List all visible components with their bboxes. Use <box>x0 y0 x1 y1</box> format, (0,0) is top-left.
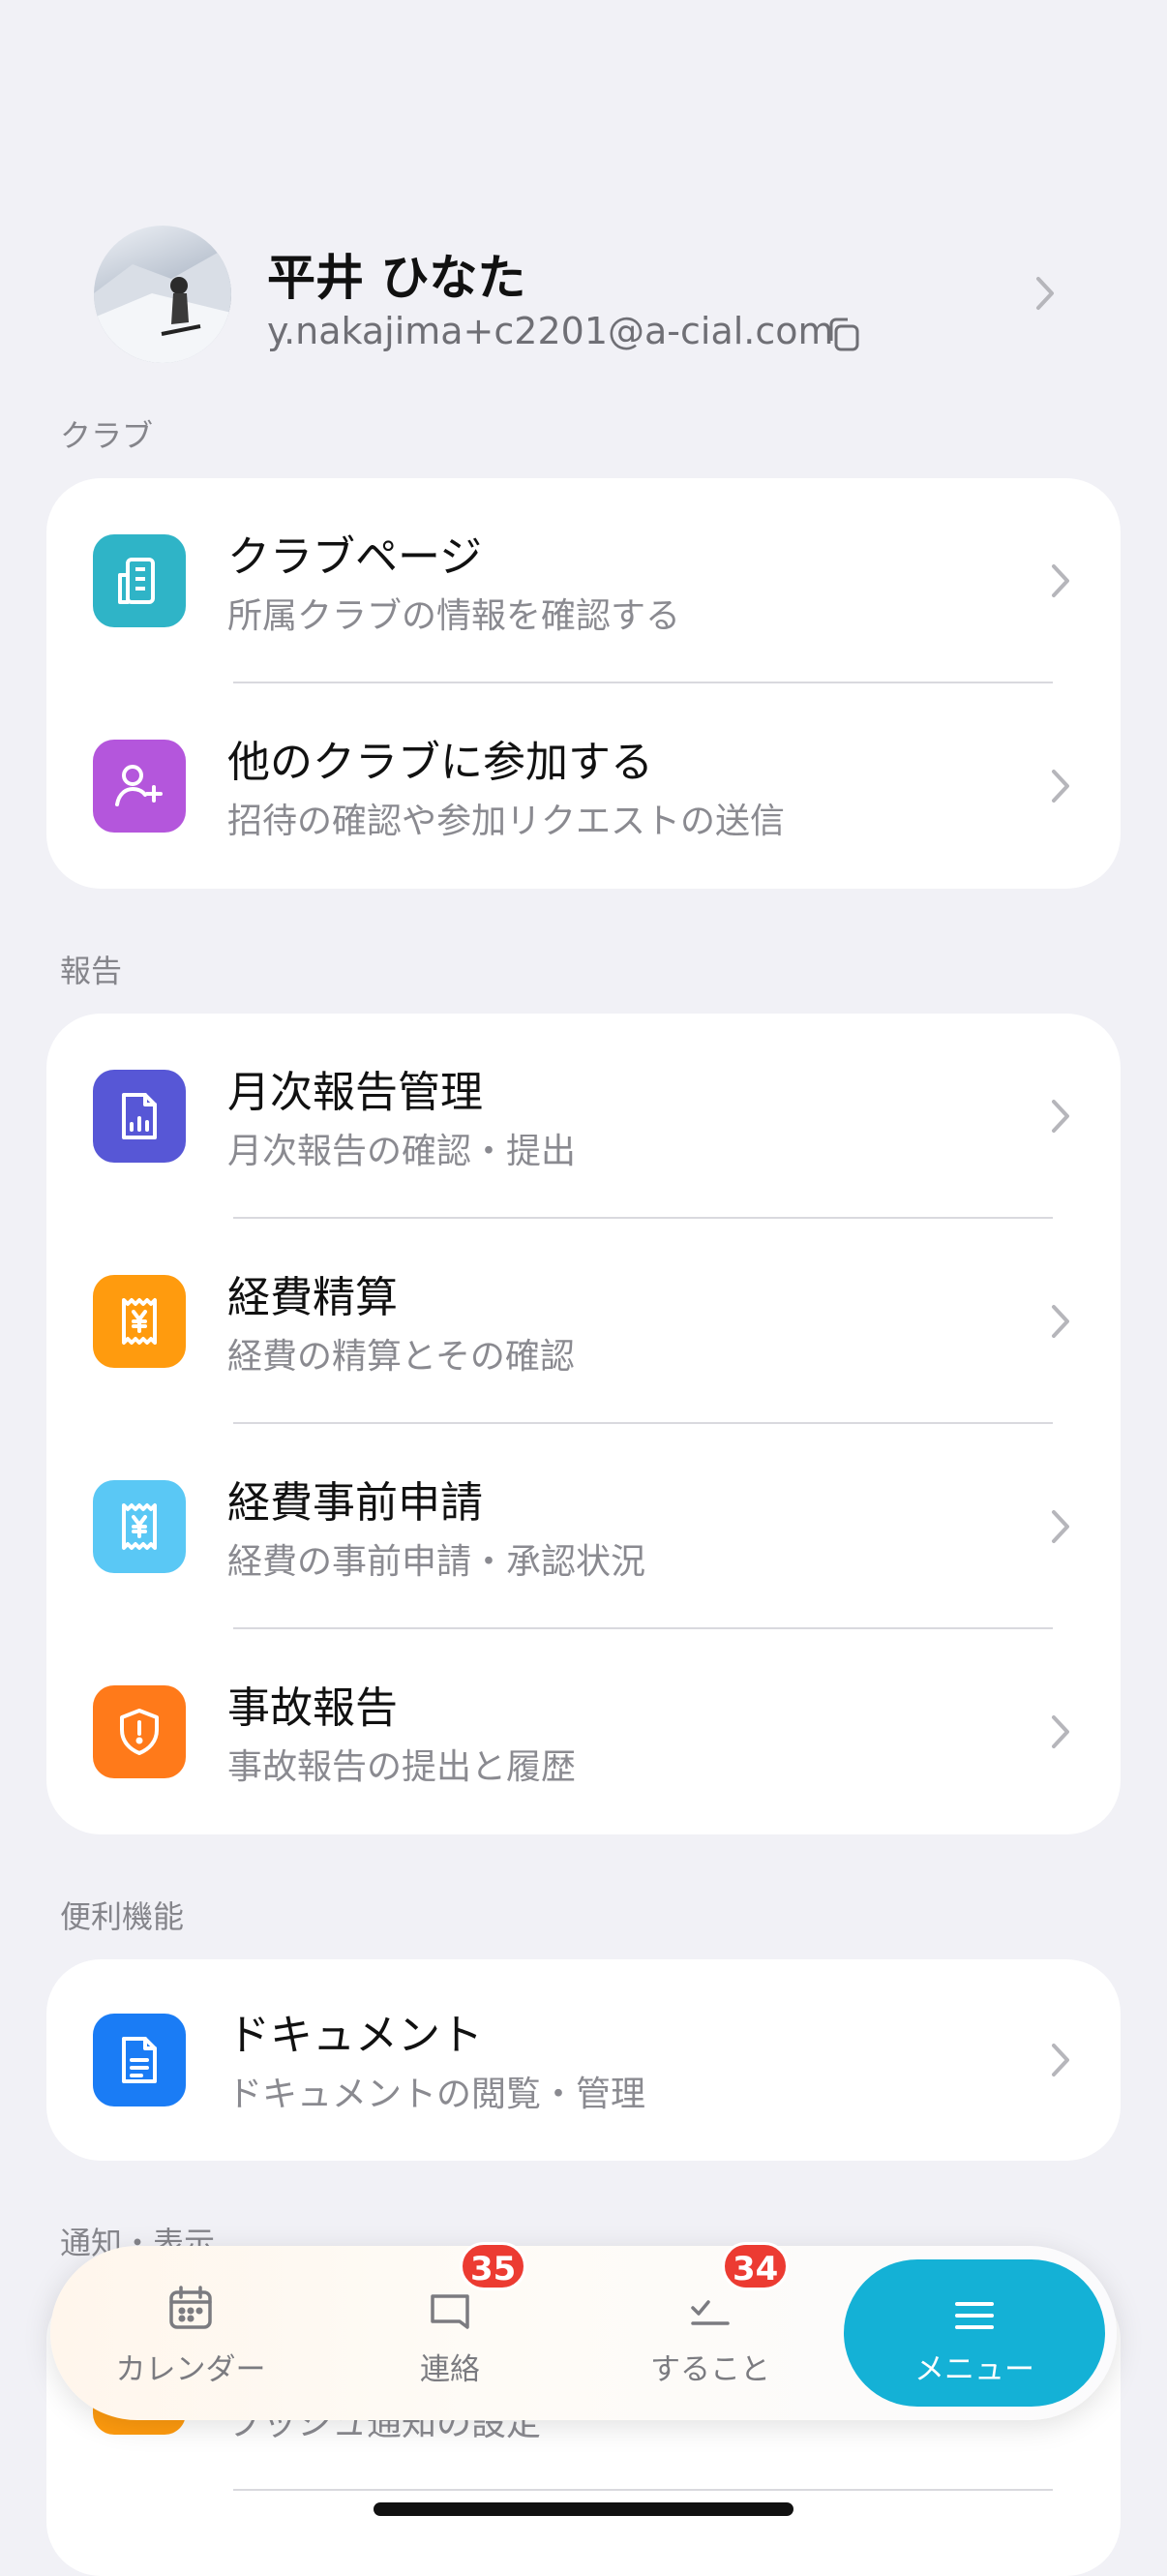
tab-calendar[interactable]: カレンダー <box>60 2246 321 2420</box>
yen-receipt-icon <box>93 1275 186 1368</box>
menu-item-accident-report[interactable]: 事故報告 事故報告の提出と履歴 <box>46 1629 1121 1834</box>
tab-bar: カレンダー 35 連絡 34 すること メニュー <box>50 2242 1117 2420</box>
menu-item-expense-settlement[interactable]: 経費精算 経費の精算とその確認 <box>46 1219 1121 1424</box>
home-indicator <box>374 2502 793 2516</box>
tab-menu[interactable]: メニュー <box>844 2259 1105 2407</box>
chevron-right-icon <box>1052 770 1069 803</box>
section-label-report: 報告 <box>60 953 123 989</box>
chevron-right-icon <box>1052 1100 1069 1133</box>
tab-todo-label: すること <box>650 2352 770 2387</box>
menu-item-monthly-report[interactable]: 月次報告管理 月次報告の確認・提出 <box>46 1014 1121 1219</box>
menu-item-club-page[interactable]: クラブページ 所属クラブの情報を確認する <box>46 478 1121 683</box>
building-icon <box>93 534 186 627</box>
shield-alert-icon <box>93 1685 186 1778</box>
checklist-icon <box>691 2300 730 2325</box>
section-label-convenience: 便利機能 <box>60 1898 185 1935</box>
chevron-right-icon <box>1052 1715 1069 1748</box>
convenience-card: ドキュメント ドキュメントの閲覧・管理 <box>46 1959 1121 2161</box>
menu-icon <box>955 2302 994 2329</box>
profile-email: y.nakajima+c2201@a-cial.com <box>267 310 834 352</box>
divider <box>233 2489 1053 2491</box>
profile-name: 平井 ひなた <box>267 250 526 306</box>
menu-item-documents[interactable]: ドキュメント ドキュメントの閲覧・管理 <box>46 1959 1121 2161</box>
tab-calendar-label: カレンダー <box>115 2352 266 2387</box>
profile-header[interactable]: 平井 ひなた y.nakajima+c2201@a-cial.com <box>0 218 1167 373</box>
tab-todo[interactable]: 34 すること <box>580 2242 841 2420</box>
menu-item-expense-preapplication[interactable]: 経費事前申請 経費の事前申請・承認状況 <box>46 1424 1121 1629</box>
chevron-right-icon <box>1052 564 1069 597</box>
user-plus-icon <box>93 740 186 833</box>
club-card: クラブページ 所属クラブの情報を確認する 他のクラブに参加する 招待の確認や参加… <box>46 478 1121 889</box>
unread-badge: 35 <box>460 2242 527 2290</box>
avatar <box>94 226 231 363</box>
yen-receipt-icon <box>93 1480 186 1573</box>
chevron-right-icon <box>1036 277 1054 310</box>
todo-badge: 34 <box>722 2242 790 2290</box>
tab-contact-label: 連絡 <box>420 2352 480 2387</box>
tab-menu-label: メニュー <box>914 2352 1034 2387</box>
report-chart-icon <box>93 1070 186 1163</box>
section-label-club: クラブ <box>60 417 154 454</box>
copy-icon[interactable] <box>824 315 863 353</box>
chevron-right-icon <box>1052 2044 1069 2076</box>
calendar-icon <box>169 2286 212 2329</box>
menu-item-join-club[interactable]: 他のクラブに参加する 招待の確認や参加リクエストの送信 <box>46 683 1121 889</box>
report-card: 月次報告管理 月次報告の確認・提出 経費精算 経費の精算とその確認 経費事前申請… <box>46 1014 1121 1834</box>
document-icon <box>93 2014 186 2106</box>
chevron-right-icon <box>1052 1510 1069 1543</box>
chevron-right-icon <box>1052 1305 1069 1338</box>
contact-icon <box>431 2294 469 2329</box>
tab-contact[interactable]: 35 連絡 <box>319 2242 581 2420</box>
